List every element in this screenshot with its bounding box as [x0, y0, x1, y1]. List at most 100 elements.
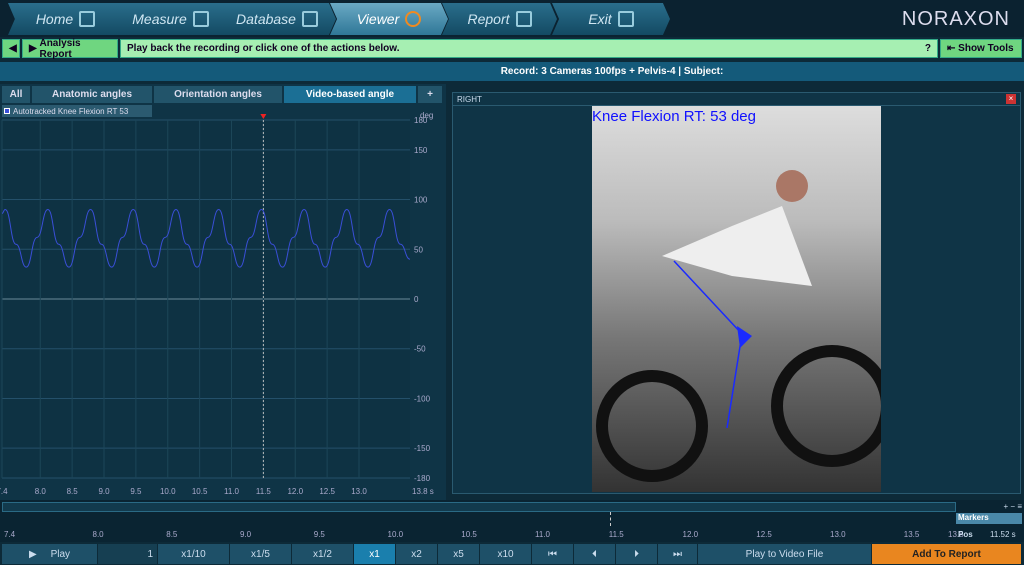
play-to-video-file-button[interactable]: Play to Video File [698, 544, 872, 564]
x-tick-label: 13.0 [351, 487, 367, 496]
timeline-tick-label: 9.0 [240, 530, 252, 539]
show-tools-label: Show Tools [958, 43, 1014, 54]
timeline-tick-label: 11.5 [608, 530, 624, 539]
x-tick-label: 8.0 [35, 487, 47, 496]
cyclist-image [596, 170, 881, 482]
speed-x1[interactable]: x1 [354, 544, 396, 564]
skip-end-button[interactable]: ⏭ [658, 544, 698, 564]
speed-x10[interactable]: x10 [480, 544, 532, 564]
back-button[interactable]: ◀ [2, 39, 20, 58]
y-tick-label: -150 [414, 444, 431, 453]
y-tick-label: -50 [414, 345, 426, 354]
status-message: Play back the recording or click one of … [120, 39, 938, 58]
x-tick-label: 8.5 [67, 487, 79, 496]
nav-report[interactable]: Report [442, 3, 557, 35]
nav-label: Report [467, 11, 510, 27]
y-tick-label: -100 [414, 394, 431, 403]
nav-home[interactable]: Home [8, 3, 123, 35]
database-icon [301, 11, 318, 27]
add-to-report-button[interactable]: Add To Report [872, 544, 1022, 564]
play-label: Play [50, 548, 71, 560]
y-tick-label: 0 [414, 295, 419, 304]
speed-x2[interactable]: x2 [396, 544, 438, 564]
nav-label: Viewer [356, 11, 400, 27]
panel-title: RIGHT [457, 95, 482, 104]
timeline-tick-label: 11.0 [535, 530, 550, 539]
timeline-tick-label: 12.5 [756, 530, 772, 539]
y-tick-label: 100 [414, 196, 428, 205]
home-icon [79, 11, 96, 27]
x-tick-label: 10.5 [192, 487, 208, 496]
speed-x1-5[interactable]: x1/5 [230, 544, 292, 564]
play-icon: ▶ [29, 43, 40, 54]
video-frame[interactable]: Knee Flexion RT: 53 deg [592, 106, 881, 492]
tab-all[interactable]: All [2, 86, 30, 103]
logo: NORAXON [901, 8, 1010, 30]
x-tick-label: 10.0 [160, 487, 176, 496]
step-forward-button[interactable]: ⏵ [616, 544, 658, 564]
viewer-icon [405, 11, 422, 27]
play-button[interactable]: ▶ Play [2, 544, 98, 564]
speed-x1-2[interactable]: x1/2 [292, 544, 354, 564]
x-tick-label: 9.0 [98, 487, 110, 496]
exit-icon [617, 11, 634, 27]
report-icon [515, 11, 532, 27]
x-tick-label: 11.5 [256, 487, 272, 496]
x-tick-label: 12.0 [287, 487, 303, 496]
timeline[interactable]: + − ≡ Markers 7.4 8.0 8.5 9.0 9.5 10.0 10.5 11.… [0, 500, 1024, 542]
close-icon[interactable]: × [1006, 94, 1016, 104]
action-bar: ◀ ▶ Analysis Report Play back the record… [0, 37, 1024, 60]
y-tick-label: -180 [414, 474, 431, 483]
playback-controls: ▶ Play 1 x1/10 x1/5 x1/2 x1 x2 x5 x10 ⏮ … [0, 544, 1024, 564]
x-tick-label: 11.0 [224, 487, 240, 496]
analysis-report-button[interactable]: ▶ Analysis Report [22, 37, 118, 60]
tab-anatomic-angles[interactable]: Anatomic angles [32, 86, 152, 103]
video-overlay-label: Knee Flexion RT: 53 deg [592, 108, 756, 125]
chart: 180150100500-50-100-150-1807.48.08.59.09… [0, 111, 434, 496]
nav-label: Home [35, 11, 74, 27]
step-back-button[interactable]: ⏴ [574, 544, 616, 564]
top-nav: Home Measure Database Viewer Report Exit… [0, 0, 1024, 37]
timeline-tick-label: 7.4 [4, 530, 16, 539]
nav-database[interactable]: Database [218, 3, 336, 35]
measure-icon [192, 11, 209, 27]
analysis-report-label: Analysis Report [39, 37, 81, 60]
skip-start-button[interactable]: ⏮ [532, 544, 574, 564]
speed-x5[interactable]: x5 [438, 544, 480, 564]
frame-input[interactable]: 1 [98, 544, 158, 564]
x-tick-label: 7.4 [0, 487, 8, 496]
chart-panel: All Anatomic angles Orientation angles V… [0, 84, 446, 502]
timeline-tick-label: 9.5 [313, 530, 325, 539]
nav-label: Measure [132, 11, 187, 27]
timeline-scrollbar[interactable] [2, 502, 956, 512]
y-tick-label: 150 [414, 146, 428, 155]
playhead[interactable] [610, 512, 611, 526]
arrow-icon: ⇤ [947, 43, 959, 54]
timeline-tick-label: 10.5 [461, 530, 477, 539]
zoom-buttons[interactable]: + − ≡ [956, 502, 1022, 512]
timeline-tick-label: 10.0 [387, 530, 404, 539]
nav-label: Database [236, 11, 296, 27]
tab-orientation-angles[interactable]: Orientation angles [154, 86, 282, 103]
x-tick-label: 9.5 [130, 487, 142, 496]
timeline-tick-label: 13.5 [903, 530, 920, 539]
nav-measure[interactable]: Measure [113, 3, 228, 35]
cursor-marker [260, 114, 267, 119]
record-bar: Record: 3 Cameras 100fps + Pelvis-4 | Su… [0, 62, 1024, 81]
markers-label: Markers [956, 513, 1022, 524]
timeline-tick-label: 8.0 [92, 530, 104, 539]
show-tools-button[interactable]: ⇤ Show Tools [940, 39, 1022, 58]
timeline-tick-label: 13.0 [830, 530, 846, 539]
x-end-label: 13.8 s [412, 487, 434, 496]
timeline-tick-label: 12.0 [682, 530, 699, 539]
x-tick-label: 12.5 [319, 487, 335, 496]
nav-viewer[interactable]: Viewer [330, 3, 448, 35]
pos-label: Pos [958, 530, 973, 539]
speed-x1-10[interactable]: x1/10 [158, 544, 230, 564]
y-tick-label: 50 [414, 245, 423, 254]
timeline-tick-label: 8.5 [166, 530, 178, 539]
add-tab-button[interactable]: + [418, 86, 442, 103]
help-button[interactable]: ? [925, 43, 931, 54]
nav-exit[interactable]: Exit [552, 3, 670, 35]
tab-video-based-angle[interactable]: Video-based angle [284, 86, 416, 103]
